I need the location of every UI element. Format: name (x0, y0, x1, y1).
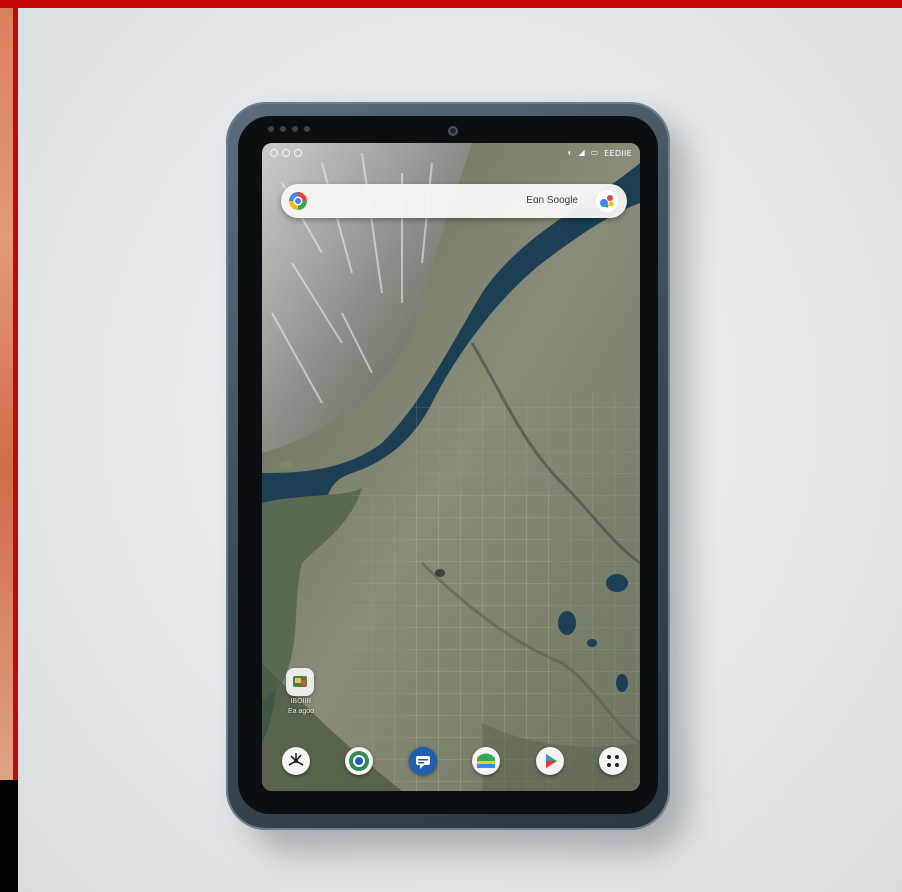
chrome-icon[interactable] (345, 747, 374, 775)
notification-icon (282, 149, 290, 157)
front-camera (448, 126, 458, 136)
wifi-icon: ◢ (578, 148, 585, 157)
sensor-dot (280, 126, 286, 132)
wind-fan-icon[interactable] (282, 747, 310, 775)
chat-icon[interactable] (408, 747, 437, 775)
search-placeholder[interactable]: Eɑn Soogle (500, 195, 578, 206)
google-logo-icon[interactable] (288, 191, 308, 211)
play-store-icon[interactable] (535, 747, 564, 775)
status-bar: ◐ ◢ ▭ EEDIIE (270, 146, 632, 160)
photo-app-icon[interactable] (286, 668, 314, 696)
app-dock (282, 744, 627, 778)
notification-icon (270, 149, 278, 157)
status-text: EEDIIE (604, 148, 632, 158)
notification-icon (294, 149, 302, 157)
top-border (0, 0, 902, 8)
shortcut-label-line1: IBOIIR (290, 698, 312, 705)
bezel-sensors (268, 126, 310, 132)
maps-icon[interactable] (472, 747, 501, 775)
home-app-shortcut[interactable]: IBOIIR Ea agoɑ (283, 668, 319, 716)
sensor-dot (292, 126, 298, 132)
signal-icon: ◐ (567, 148, 573, 157)
sensor-dot (304, 126, 310, 132)
sensor-dot (268, 126, 274, 132)
left-background-strip (0, 8, 14, 780)
app-drawer-icon[interactable] (598, 747, 627, 775)
status-right: ◐ ◢ ▭ EEDIIE (568, 149, 632, 158)
status-left (270, 149, 302, 157)
battery-icon: ▭ (590, 148, 599, 157)
shortcut-label-line2: Ea agoɑ (287, 708, 315, 715)
google-assistant-icon[interactable] (595, 189, 619, 213)
